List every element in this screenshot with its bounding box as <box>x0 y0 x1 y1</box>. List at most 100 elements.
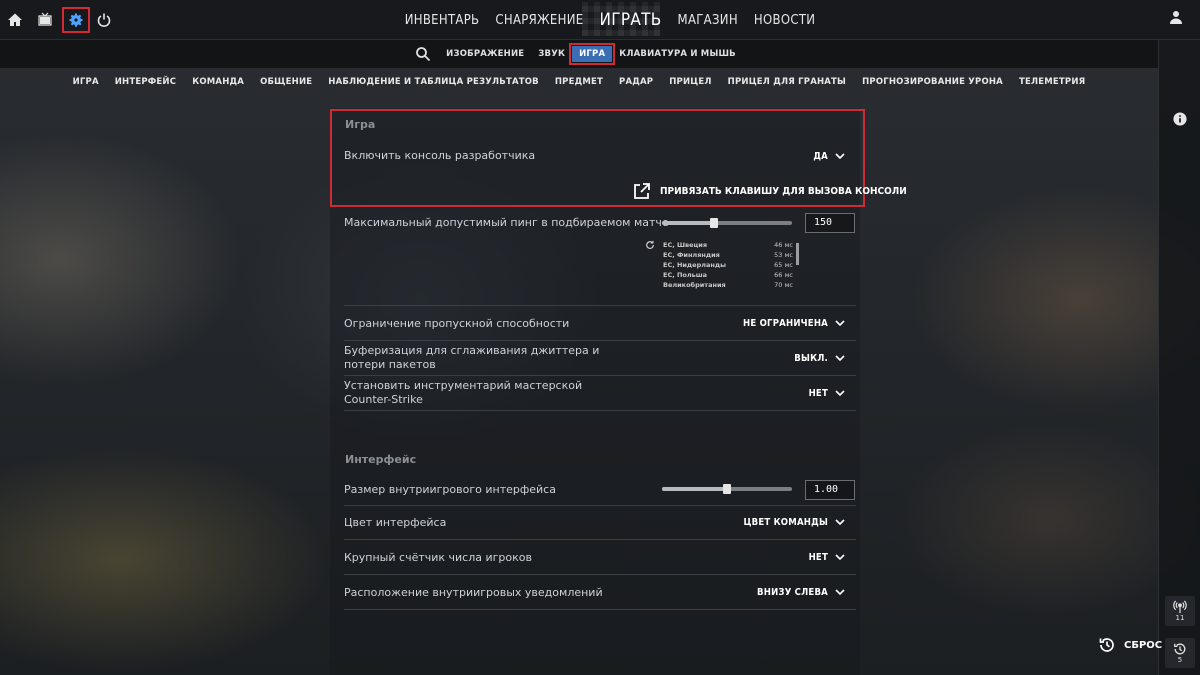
nav-play[interactable]: ИГРАТЬ <box>591 10 669 30</box>
slider-handle[interactable] <box>723 484 731 494</box>
setting-row-console: Включить консоль разработчика ДА <box>344 144 856 170</box>
label-line: Установить инструментарий мастерской <box>344 379 583 392</box>
gear-icon[interactable] <box>65 9 87 31</box>
nav-store[interactable]: МАГАЗИН <box>670 13 746 28</box>
slider-fill <box>662 221 714 225</box>
ping-slider[interactable] <box>662 218 792 228</box>
server-ms: 53 мс <box>774 251 793 259</box>
setting-label: Крупный счётчик числа игроков <box>344 551 532 564</box>
jitter-buffer-dropdown[interactable]: ВЫКЛ. <box>794 352 846 364</box>
setting-row-jitter-buffer: Буферизация для сглаживания джиттера и по… <box>344 341 856 376</box>
hud-color-dropdown[interactable]: ЦВЕТ КОМАНДЫ <box>744 516 846 528</box>
dropdown-value: ВНИЗУ СЛЕВА <box>757 586 828 598</box>
search-icon[interactable] <box>415 46 431 62</box>
reset-button[interactable]: СБРОС <box>1098 636 1162 654</box>
tab-game[interactable]: ИГРА <box>569 43 616 65</box>
history-count: 5 <box>1177 656 1183 664</box>
right-sidebar: 11 5 <box>1158 40 1200 675</box>
setting-row-notifications: Расположение внутриигровых уведомлений В… <box>344 575 856 610</box>
power-icon[interactable] <box>93 9 115 31</box>
bandwidth-dropdown[interactable]: НЕ ОГРАНИЧЕНА <box>743 317 846 329</box>
category-telemetry[interactable]: ТЕЛЕМЕТРИЯ <box>1011 77 1093 87</box>
server-ping-item: EC, Нидерланды 65 мс <box>663 261 793 269</box>
nav-loadout[interactable]: СНАРЯЖЕНИЕ <box>487 13 591 28</box>
setting-row-player-counter: Крупный счётчик числа игроков НЕТ <box>344 540 856 575</box>
server-ping-item: EC, Польша 66 мс <box>663 271 793 279</box>
setting-label: Включить консоль разработчика <box>344 149 536 162</box>
server-ping-item: Великобритания 70 мс <box>663 281 793 289</box>
profile-icon[interactable] <box>1168 9 1190 31</box>
setting-row-hud-color: Цвет интерфейса ЦВЕТ КОМАНДЫ <box>344 506 856 540</box>
category-game[interactable]: ИГРА <box>65 77 107 87</box>
setting-label: Максимальный допустимый пинг в подбираем… <box>344 216 669 229</box>
hud-scale-slider[interactable] <box>662 484 792 494</box>
bind-console-key-button[interactable]: ПРИВЯЗАТЬ КЛАВИШУ ДЛЯ ВЫЗОВА КОНСОЛИ <box>632 181 907 201</box>
tab-keyboard-mouse[interactable]: КЛАВИАТУРА И МЫШЬ <box>612 46 743 62</box>
refresh-icon[interactable] <box>645 240 655 250</box>
category-damage-prediction[interactable]: ПРОГНОЗИРОВАНИЕ УРОНА <box>854 77 1011 87</box>
dropdown-value: ЦВЕТ КОМАНДЫ <box>743 516 828 528</box>
setting-label: Ограничение пропускной способности <box>344 317 570 330</box>
server-ms: 66 мс <box>774 271 793 279</box>
chevron-down-icon <box>835 589 845 596</box>
chevron-down-icon <box>835 519 845 526</box>
category-radar[interactable]: РАДАР <box>611 77 661 87</box>
server-name: EC, Финляндия <box>663 251 720 259</box>
nav-news[interactable]: НОВОСТИ <box>746 13 823 28</box>
history-icon <box>1174 643 1186 655</box>
category-nav: ИГРА ИНТЕРФЕЙС КОМАНДА ОБЩЕНИЕ НАБЛЮДЕНИ… <box>0 72 1158 92</box>
label-line: потери пакетов <box>344 358 436 371</box>
setting-label: Установить инструментарий мастерской Coun… <box>344 379 582 407</box>
settings-tabs: ИЗОБРАЖЕНИЕ ЗВУК ИГРА КЛАВИАТУРА И МЫШЬ <box>0 40 1158 68</box>
server-ping-item: EC, Швеция 46 мс <box>663 241 793 249</box>
tv-icon[interactable] <box>34 9 56 31</box>
setting-label: Буферизация для сглаживания джиттера и по… <box>344 344 599 372</box>
dropdown-value: НЕТ <box>808 551 828 563</box>
category-communication[interactable]: ОБЩЕНИЕ <box>252 77 320 87</box>
category-spectator-scoreboard[interactable]: НАБЛЮДЕНИЕ И ТАБЛИЦА РЕЗУЛЬТАТОВ <box>320 77 547 87</box>
home-icon[interactable] <box>4 9 26 31</box>
server-name: EC, Польша <box>663 271 708 279</box>
external-link-icon <box>634 183 650 199</box>
setting-label: Расположение внутриигровых уведомлений <box>344 586 603 599</box>
tab-audio[interactable]: ЗВУК <box>531 46 572 62</box>
chevron-down-icon <box>835 554 845 561</box>
category-item[interactable]: ПРЕДМЕТ <box>547 77 611 87</box>
server-ms: 65 мс <box>774 261 793 269</box>
nav-inventory[interactable]: ИНВЕНТАРЬ <box>397 13 488 28</box>
chevron-down-icon <box>835 390 845 397</box>
signal-button[interactable]: 11 <box>1165 596 1195 626</box>
bind-console-key-label: ПРИВЯЗАТЬ КЛАВИШУ ДЛЯ ВЫЗОВА КОНСОЛИ <box>660 185 907 197</box>
broadcast-icon <box>1173 600 1187 614</box>
server-name: EC, Швеция <box>663 241 708 249</box>
setting-row-workshop-tools: Установить инструментарий мастерской Coun… <box>344 376 856 411</box>
hud-scale-input[interactable]: 1.00 <box>805 480 855 500</box>
section-header-interface: Интерфейс <box>345 453 417 466</box>
notifications-dropdown[interactable]: ВНИЗУ СЛЕВА <box>757 586 846 598</box>
chevron-down-icon <box>835 355 845 362</box>
workshop-tools-dropdown[interactable]: НЕТ <box>809 387 846 399</box>
setting-label: Размер внутриигрового интерфейса <box>344 483 556 496</box>
history-button[interactable]: 5 <box>1165 638 1195 668</box>
label-line: Counter-Strike <box>344 393 423 406</box>
server-name: EC, Нидерланды <box>663 261 727 269</box>
console-dropdown[interactable]: ДА <box>813 150 846 162</box>
category-grenade-crosshair[interactable]: ПРИЦЕЛ ДЛЯ ГРАНАТЫ <box>720 77 854 87</box>
slider-handle[interactable] <box>710 218 718 228</box>
server-list-scrollbar[interactable] <box>796 243 799 265</box>
setting-label: Цвет интерфейса <box>344 516 447 529</box>
category-interface[interactable]: ИНТЕРФЕЙС <box>107 77 184 87</box>
chevron-down-icon <box>835 320 845 327</box>
ping-value-input[interactable]: 150 <box>805 213 855 233</box>
server-ping-item: EC, Финляндия 53 мс <box>663 251 793 259</box>
dropdown-value: НЕТ <box>808 387 828 399</box>
server-ms: 46 мс <box>774 241 793 249</box>
category-crosshair[interactable]: ПРИЦЕЛ <box>661 77 719 87</box>
category-team[interactable]: КОМАНДА <box>184 77 252 87</box>
signal-count: 11 <box>1175 614 1185 622</box>
setting-row-bandwidth: Ограничение пропускной способности НЕ ОГ… <box>344 306 856 341</box>
server-ms: 70 мс <box>774 281 793 289</box>
player-counter-dropdown[interactable]: НЕТ <box>809 551 846 563</box>
tab-video[interactable]: ИЗОБРАЖЕНИЕ <box>439 46 531 62</box>
info-icon[interactable] <box>1173 112 1187 126</box>
